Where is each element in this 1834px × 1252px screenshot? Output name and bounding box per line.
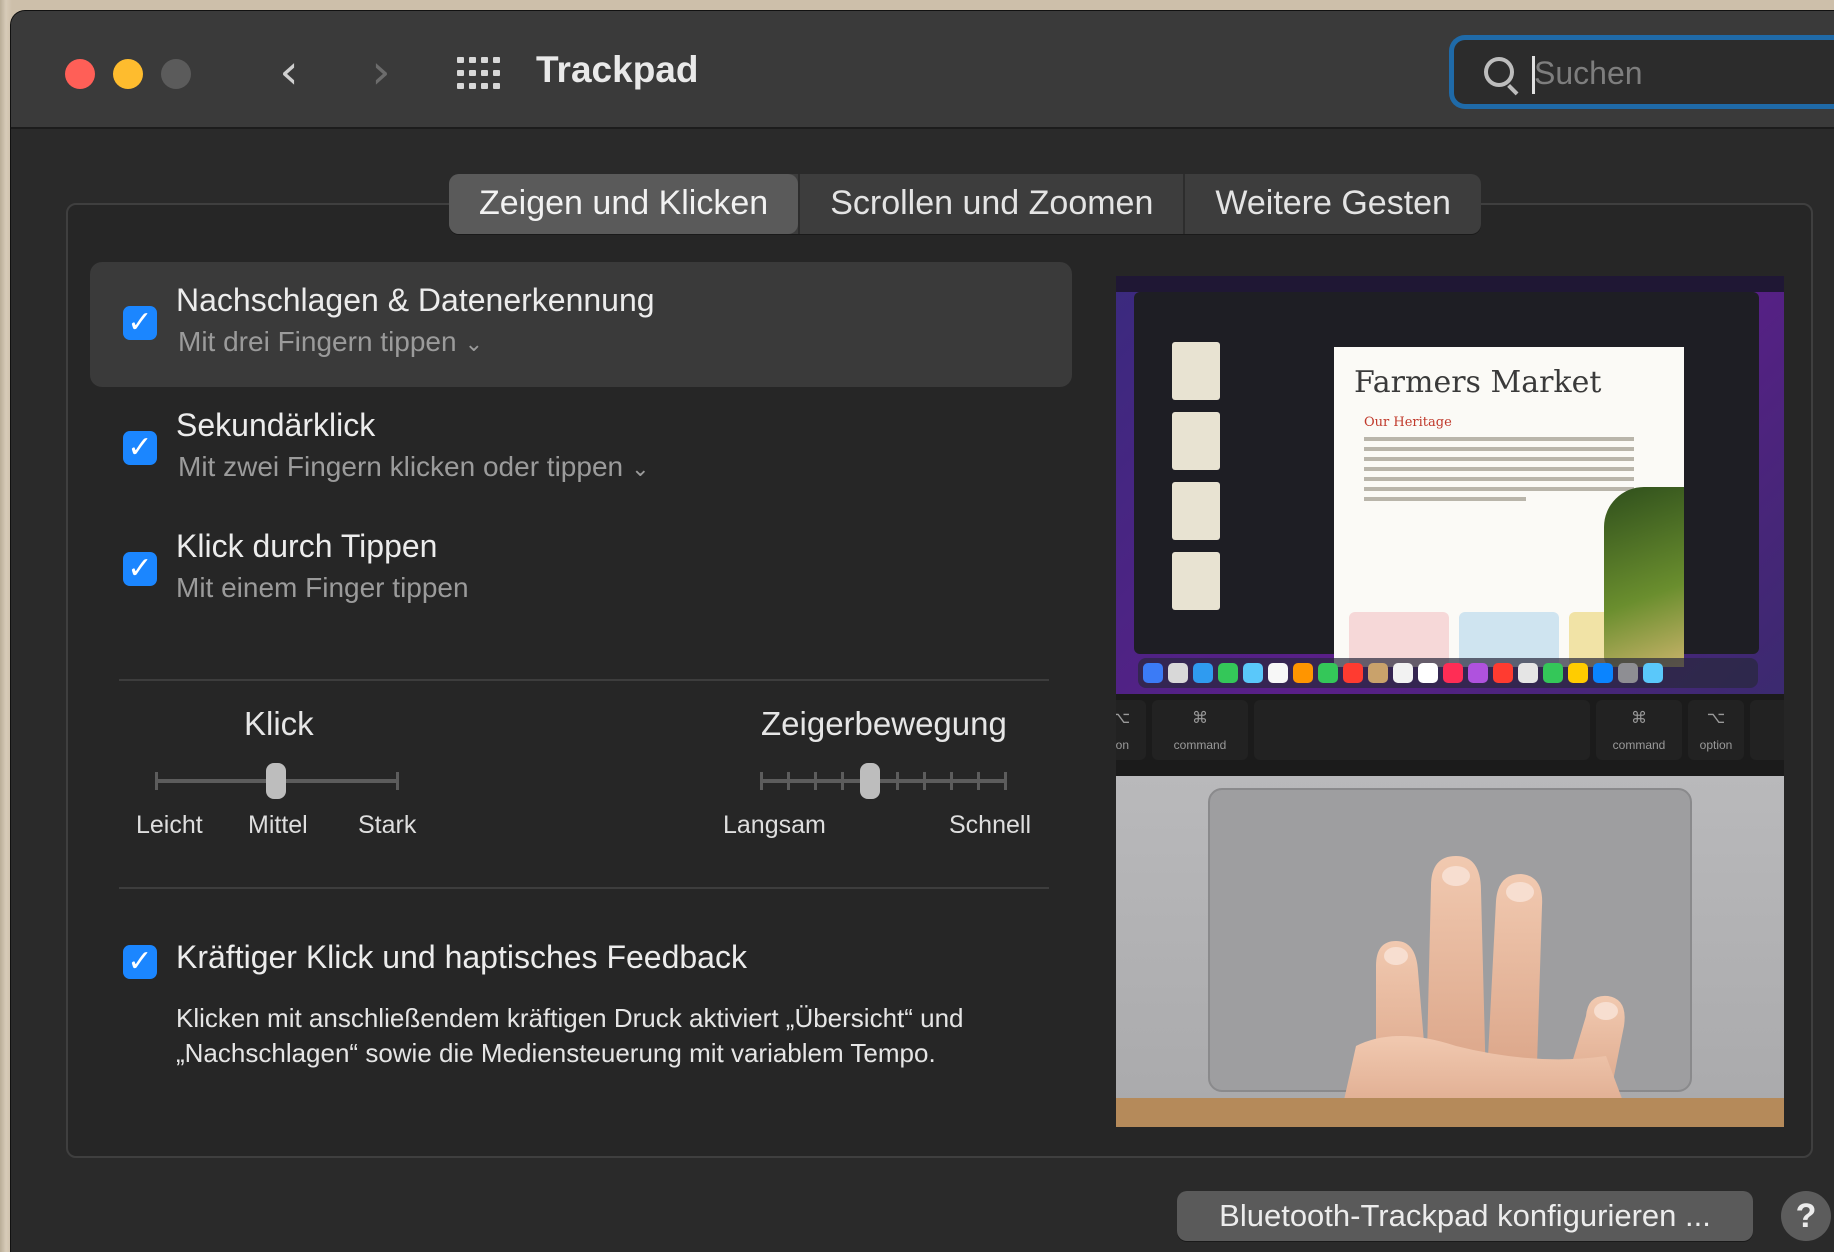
preview-key-label: ion: [1116, 738, 1129, 752]
preview-app-window: Farmers Market Our Heritage: [1134, 292, 1759, 667]
preview-key: ⌥ option: [1688, 700, 1744, 760]
option-secondary-click-title: Sekundärklick: [176, 407, 376, 443]
preview-key-symbol: ⌥: [1116, 710, 1131, 727]
pointer-speed-tick: [949, 772, 953, 790]
divider: [119, 679, 1049, 681]
option-lookup[interactable]: ✓ Nachschlagen & Datenerkennung Mit drei…: [90, 262, 1072, 387]
preview-document: Farmers Market Our Heritage: [1334, 347, 1684, 667]
pointer-speed-min: Langsam: [723, 811, 826, 839]
preview-key: ⌘ command: [1152, 700, 1248, 760]
preview-key-label: command: [1173, 738, 1227, 752]
chevron-down-icon: ⌄: [464, 331, 484, 356]
option-lookup-subtitle: Mit drei Fingern tippen: [178, 326, 457, 357]
chevron-down-icon: ⌄: [631, 456, 650, 481]
click-slider-thumb[interactable]: [266, 763, 286, 799]
preview-key-label: command: [1612, 738, 1666, 752]
preview-document-title: Farmers Market: [1354, 365, 1602, 400]
close-button[interactable]: [65, 59, 95, 89]
grid-icon[interactable]: [457, 57, 501, 91]
preview-key-symbol: ⌘: [1631, 710, 1647, 727]
preview-spacebar: [1254, 700, 1590, 760]
divider: [119, 887, 1049, 889]
click-scale-light: Leicht: [136, 811, 203, 839]
pointer-speed-max: Schnell: [949, 811, 1031, 839]
preview-hand-illustration: [1338, 856, 1633, 1127]
click-scale-strong: Stark: [358, 811, 417, 839]
preferences-window: ‹ › Trackpad Zeigen und Klicken Scrollen…: [11, 11, 1834, 1252]
search-field[interactable]: [1449, 35, 1834, 109]
pointer-speed-tick: [760, 772, 763, 790]
pointer-speed-thumb[interactable]: [859, 763, 880, 799]
checkmark-icon[interactable]: ✓: [123, 431, 157, 465]
preview-key: ⌥ ion: [1116, 700, 1146, 760]
pointer-speed-tick: [814, 772, 818, 790]
preview-key-symbol: ⌘: [1192, 710, 1208, 727]
titlebar: ‹ › Trackpad: [11, 11, 1834, 129]
minimize-button[interactable]: [113, 59, 143, 89]
preview-key-symbol: ⌥: [1706, 710, 1726, 727]
checkmark-icon[interactable]: ✓: [123, 552, 157, 586]
tab-scroll-and-zoom[interactable]: Scrollen und Zoomen: [798, 174, 1183, 234]
option-tap-to-click-title: Klick durch Tippen: [176, 528, 438, 564]
click-slider-label: Klick: [244, 705, 314, 742]
preview-table: [1116, 1098, 1784, 1127]
chevron-right-icon[interactable]: ›: [359, 48, 403, 97]
tab-more-gestures[interactable]: Weitere Gesten: [1183, 174, 1481, 234]
gesture-preview: Farmers Market Our Heritage ⌥ on ⌘ comma…: [1116, 276, 1784, 1127]
configure-bluetooth-trackpad-button[interactable]: Bluetooth-Trackpad konfigurieren ...: [1177, 1191, 1753, 1241]
pointer-speed-tick: [922, 772, 926, 790]
help-button[interactable]: ?: [1781, 1191, 1831, 1241]
option-lookup-menu[interactable]: Mit drei Fingern tippen ⌄: [178, 326, 483, 358]
preview-laptop-body: [1116, 776, 1784, 1127]
preview-keyboard: ⌥ ion ⌘ command ⌘ command ⌥ option: [1116, 694, 1784, 776]
pointer-speed-tick: [841, 772, 845, 790]
preview-dock: [1138, 658, 1758, 688]
option-secondary-click[interactable]: ✓ Sekundärklick Mit zwei Fingern klicken…: [90, 387, 1072, 512]
preview-document-text: [1364, 437, 1634, 507]
option-secondary-click-subtitle: Mit zwei Fingern klicken oder tippen: [178, 451, 624, 482]
chevron-left-icon[interactable]: ‹: [267, 48, 311, 97]
tab-bar: Zeigen und Klicken Scrollen und Zoomen W…: [449, 174, 1481, 234]
preview-key: [1750, 700, 1784, 760]
pointer-speed-tick: [787, 772, 791, 790]
checkmark-icon[interactable]: ✓: [123, 945, 157, 979]
option-tap-to-click[interactable]: ✓ Klick durch Tippen Mit einem Finger ti…: [90, 508, 1072, 633]
preview-key-label: option: [1699, 738, 1733, 752]
option-tap-to-click-subtitle: Mit einem Finger tippen: [176, 572, 469, 603]
preview-key: ⌘ command: [1596, 700, 1682, 760]
force-click-description: Klicken mit anschließendem kräftigen Dru…: [176, 1003, 964, 1068]
preview-document-subtitle: Our Heritage: [1364, 415, 1452, 430]
force-click-title[interactable]: Kräftiger Klick und haptisches Feedback: [176, 939, 747, 976]
window-title: Trackpad: [536, 49, 699, 90]
search-icon: [1484, 57, 1514, 87]
pointer-speed-label: Zeigerbewegung: [761, 705, 1007, 742]
preview-screen: Farmers Market Our Heritage: [1116, 276, 1784, 694]
option-lookup-title: Nachschlagen & Datenerkennung: [176, 282, 655, 318]
preview-menubar: [1116, 276, 1784, 292]
checkmark-icon[interactable]: ✓: [123, 306, 157, 340]
preview-thumbnails: [1172, 342, 1220, 642]
zoom-button[interactable]: [161, 59, 191, 89]
search-input[interactable]: [1532, 50, 1834, 96]
pointer-speed-tick: [976, 772, 980, 790]
click-scale-medium: Mittel: [248, 811, 308, 839]
preview-vegetables-image: [1604, 487, 1684, 667]
pointer-speed-tick: [895, 772, 899, 790]
tab-point-and-click[interactable]: Zeigen und Klicken: [449, 174, 799, 234]
pointer-speed-tick: [1004, 772, 1007, 790]
option-secondary-click-menu[interactable]: Mit zwei Fingern klicken oder tippen ⌄: [178, 451, 650, 483]
